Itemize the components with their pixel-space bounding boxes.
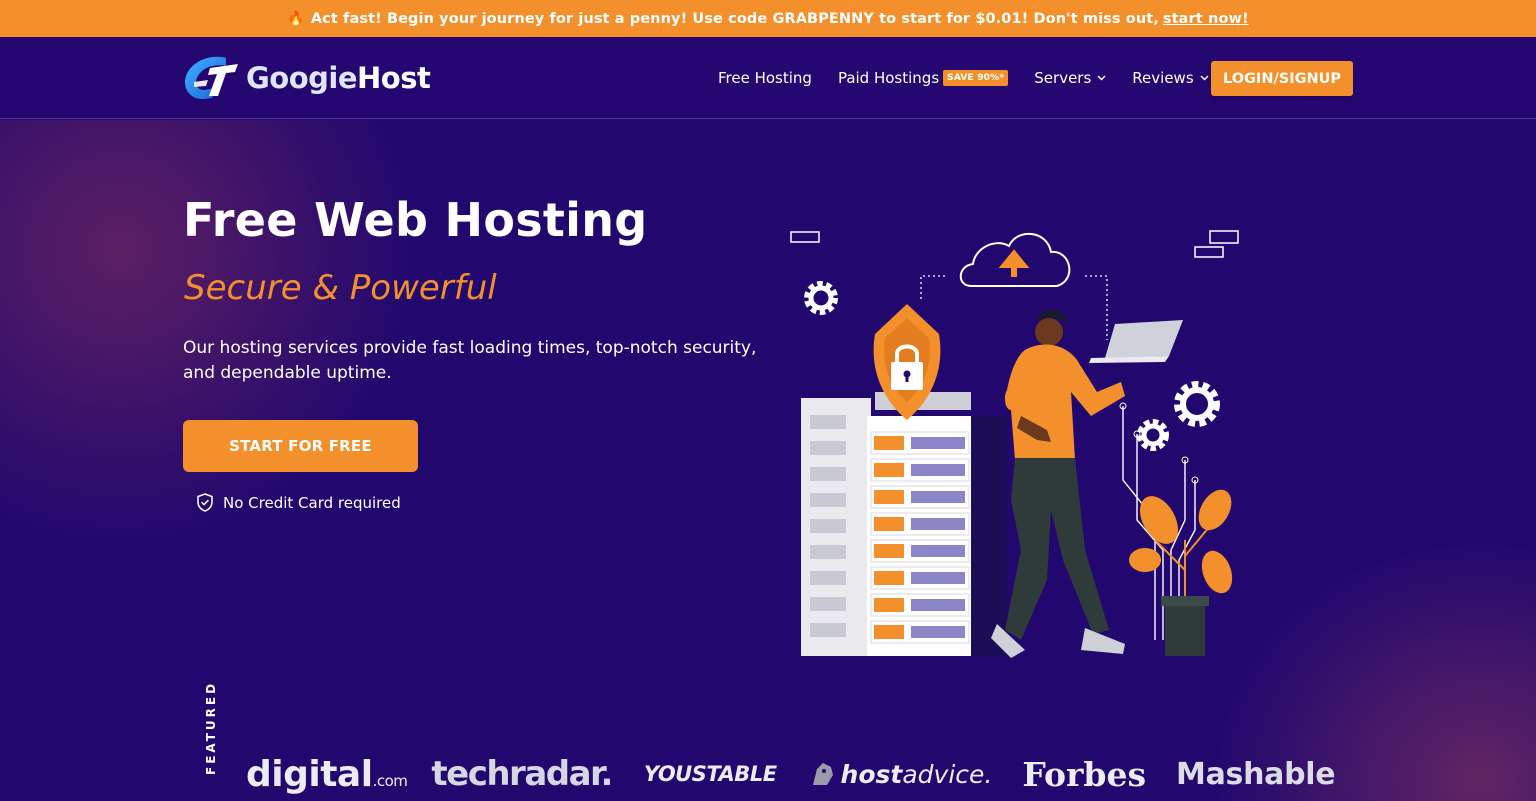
main-nav: Free Hosting Paid Hostings SAVE 90%* Ser… [718, 37, 1209, 119]
nav-reviews-label: Reviews [1132, 69, 1194, 87]
brand-digital-logo: digital.com [246, 753, 408, 795]
save-badge: SAVE 90%* [943, 70, 1009, 86]
nav-free-hosting[interactable]: Free Hosting [718, 69, 812, 87]
logo-text-part1: Googie [246, 61, 358, 95]
hosting-illustration [790, 230, 1239, 658]
hostadvice-mascot-icon [812, 763, 833, 785]
featured-on-label: FEATURED ON [204, 680, 224, 801]
login-signup-button[interactable]: LOGIN/SIGNUP [1211, 61, 1353, 96]
start-for-free-button[interactable]: START FOR FREE [183, 420, 418, 472]
brand-hostadvice-bold: host [840, 759, 903, 789]
hero-description: Our hosting services provide fast loadin… [183, 338, 757, 383]
nav-free-hosting-label: Free Hosting [718, 69, 812, 87]
no-credit-card-note: No Credit Card required [196, 493, 401, 512]
hero-title: Free Web Hosting [183, 193, 648, 247]
logo[interactable]: GoogieHost [182, 52, 431, 104]
brand-youstable-logo: YOUSTABLE [643, 762, 777, 786]
brand-mashable-logo: Mashable [1176, 756, 1336, 792]
nav-servers-label: Servers [1034, 69, 1092, 87]
promo-text: Act fast! Begin your journey for just a … [310, 10, 1159, 27]
nav-paid-hostings[interactable]: Paid Hostings SAVE 90%* [837, 69, 1009, 87]
logo-text-part2: Host [357, 61, 431, 95]
featured-on-text: FEATURED ON [204, 680, 218, 775]
shield-check-icon [197, 493, 213, 512]
brand-digital-text: digital [246, 753, 373, 795]
brand-techradar-logo: techradar. [431, 754, 613, 794]
brand-forbes-logo: Forbes [1022, 754, 1147, 794]
promo-start-now-link[interactable]: start now! [1163, 11, 1249, 27]
brand-hostadvice-rest: advice. [902, 759, 993, 789]
nav-paid-hostings-label: Paid Hostings [837, 69, 940, 87]
logo-text: GoogieHost [246, 61, 431, 95]
no-credit-card-label: No Credit Card required [223, 493, 401, 512]
hero-section: Free Web Hosting Secure & Powerful Our h… [0, 120, 1536, 801]
site-header: GoogieHost Free Hosting Paid Hostings SA… [0, 37, 1536, 119]
chevron-down-icon [1097, 75, 1106, 81]
chevron-down-icon [1200, 75, 1209, 81]
nav-reviews[interactable]: Reviews [1132, 69, 1209, 87]
hero-subtitle: Secure & Powerful [184, 268, 497, 308]
promo-bar: 🔥 Act fast! Begin your journey for just … [0, 0, 1536, 37]
nav-servers[interactable]: Servers [1034, 69, 1106, 87]
brand-digital-suffix: .com [372, 771, 408, 790]
featured-brands: digital.com techradar. YOUSTABLE host adv… [246, 750, 1336, 798]
fire-icon: 🔥 [287, 10, 305, 27]
logo-mark-icon [184, 56, 238, 100]
brand-hostadvice-logo: host advice. [809, 759, 993, 789]
